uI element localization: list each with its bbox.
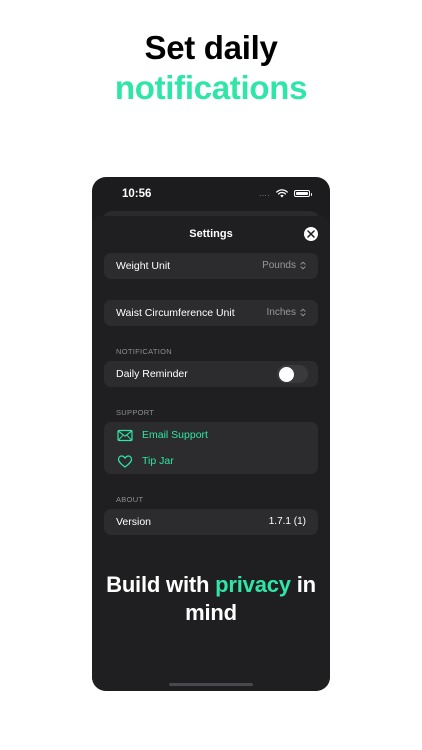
weight-unit-value: Pounds	[262, 260, 296, 271]
notification-group: Daily Reminder	[104, 361, 318, 387]
chevron-up-down-icon	[300, 308, 306, 317]
email-support-label: Email Support	[142, 429, 208, 441]
version-label: Version	[116, 516, 152, 528]
daily-reminder-row: Daily Reminder	[104, 361, 318, 387]
weight-unit-row[interactable]: Weight Unit Pounds	[104, 253, 318, 279]
tip-jar-row[interactable]: Tip Jar	[104, 448, 318, 474]
daily-reminder-label: Daily Reminder	[116, 368, 188, 380]
close-button[interactable]	[304, 227, 318, 241]
chevron-up-down-icon	[300, 261, 306, 270]
waist-unit-group: Waist Circumference Unit Inches	[104, 300, 318, 326]
daily-reminder-toggle[interactable]	[277, 365, 308, 383]
headline-line-1: Set daily	[144, 29, 278, 66]
tagline-before: Build with	[106, 572, 216, 597]
headline-line-2: notifications	[114, 69, 308, 106]
tagline-accent: privacy	[215, 572, 291, 597]
envelope-icon	[117, 429, 133, 442]
waist-unit-value: Inches	[266, 307, 296, 318]
tip-jar-label: Tip Jar	[142, 455, 174, 467]
weight-unit-label: Weight Unit	[116, 260, 171, 272]
waist-unit-label: Waist Circumference Unit	[116, 307, 235, 319]
support-group: Email Support Tip Jar	[104, 422, 318, 474]
version-row: Version 1.7.1 (1)	[104, 509, 318, 535]
status-time: 10:56	[122, 188, 152, 200]
waist-unit-picker[interactable]: Inches	[267, 307, 306, 318]
weight-unit-picker[interactable]: Pounds	[262, 260, 306, 271]
wifi-icon	[276, 189, 288, 198]
weight-unit-group: Weight Unit Pounds	[104, 253, 318, 279]
status-icons: ....	[259, 188, 312, 198]
settings-title: Settings	[189, 228, 233, 240]
battery-icon	[294, 190, 312, 197]
signal-icon: ....	[259, 188, 270, 198]
toggle-knob	[278, 366, 294, 382]
email-support-row[interactable]: Email Support	[104, 422, 318, 448]
version-value: 1.7.1 (1)	[268, 516, 306, 527]
waist-unit-row[interactable]: Waist Circumference Unit Inches	[104, 300, 318, 326]
about-group: Version 1.7.1 (1)	[104, 509, 318, 535]
tagline: Build with privacy in mind	[92, 571, 330, 627]
home-indicator	[169, 683, 253, 686]
support-section-header: SUPPORT	[116, 408, 155, 417]
about-section-header: ABOUT	[116, 495, 144, 504]
heart-icon	[117, 455, 133, 468]
status-bar: 10:56 ....	[92, 177, 330, 211]
close-icon	[307, 230, 315, 238]
notification-section-header: NOTIFICATION	[116, 347, 172, 356]
